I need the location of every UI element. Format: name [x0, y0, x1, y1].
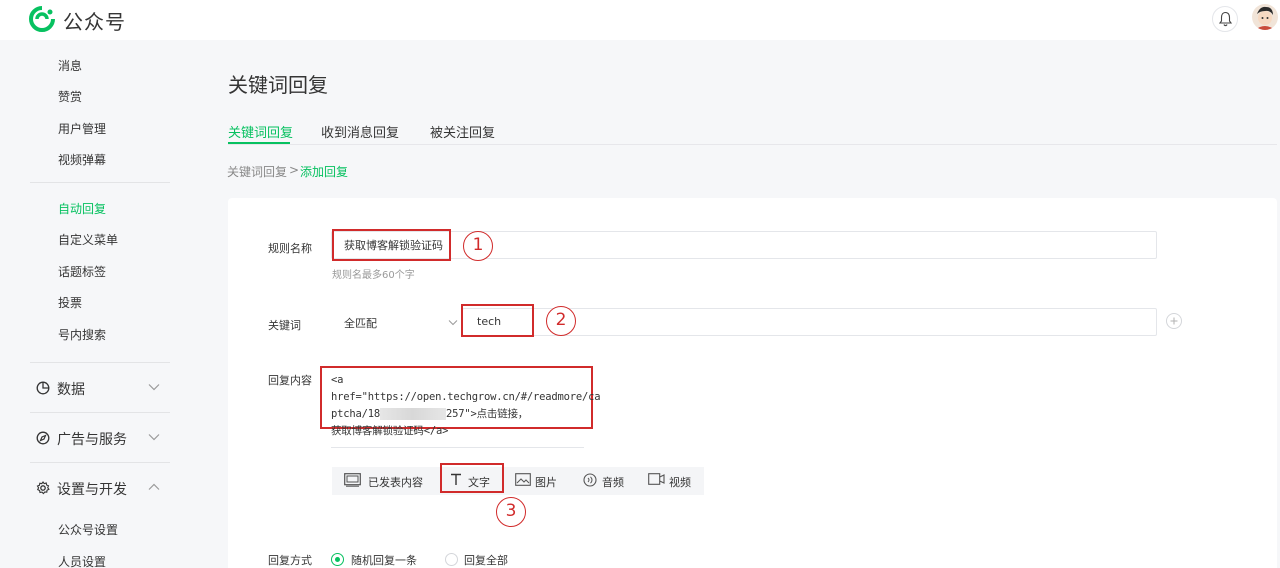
- keyword-value: tech: [477, 315, 502, 328]
- wechat-official-logo-icon[interactable]: [28, 6, 56, 32]
- reply-line: <a href="https://open.techgrow.cn/#/read…: [331, 374, 601, 403]
- media-type-label: 视频: [669, 476, 691, 489]
- chevron-down-icon: [148, 434, 160, 441]
- reply-content-editor[interactable]: <a href="https://open.techgrow.cn/#/read…: [331, 372, 601, 440]
- page-title: 关键词回复: [228, 73, 328, 97]
- media-type-published[interactable]: 已发表内容: [344, 467, 440, 495]
- reply-line: 获取博客解锁验证码</a>: [331, 425, 449, 437]
- rule-name-value: 获取博客解锁验证码: [344, 239, 443, 252]
- sidebar-group-ads-services[interactable]: 广告与服务: [36, 429, 170, 449]
- breadcrumb-parent[interactable]: 关键词回复: [227, 163, 287, 180]
- video-icon: [648, 473, 665, 485]
- rule-name-label: 规则名称: [268, 242, 312, 255]
- redacted-segment: [379, 408, 446, 420]
- sidebar: 消息 赞赏 用户管理 视频弹幕 自动回复 自定义菜单 话题标签 投票 号内搜索 …: [0, 40, 200, 568]
- radio-label: 随机回复一条: [351, 554, 417, 567]
- reply-mode-label: 回复方式: [268, 554, 312, 567]
- annotation-number-2: 2: [546, 306, 576, 336]
- reply-line-segment: ptcha/18: [331, 408, 380, 420]
- sidebar-divider: [30, 412, 170, 413]
- media-type-label: 已发表内容: [368, 476, 423, 489]
- sidebar-divider: [30, 462, 170, 463]
- avatar[interactable]: [1252, 4, 1278, 30]
- sidebar-item-auto-reply[interactable]: 自动回复: [58, 200, 106, 217]
- media-type-label: 音频: [602, 476, 624, 489]
- sidebar-item-custom-menu[interactable]: 自定义菜单: [58, 231, 118, 248]
- sidebar-group-data[interactable]: 数据: [36, 379, 170, 399]
- media-type-bar: 已发表内容 文字 图片 音频 视频: [332, 467, 704, 495]
- bell-icon: [1218, 11, 1233, 27]
- sidebar-item-account-settings[interactable]: 公众号设置: [58, 521, 118, 538]
- sidebar-item-search[interactable]: 号内搜索: [58, 326, 106, 343]
- sidebar-group-label: 设置与开发: [57, 482, 127, 498]
- annotation-box-3: [440, 463, 504, 493]
- sidebar-item-user-management[interactable]: 用户管理: [58, 120, 106, 137]
- audio-icon: [583, 473, 597, 487]
- match-mode-select[interactable]: 全匹配: [344, 315, 377, 331]
- sidebar-item-topic-tags[interactable]: 话题标签: [58, 263, 106, 280]
- breadcrumb-current: 添加回复: [300, 165, 349, 179]
- media-type-audio[interactable]: 音频: [583, 467, 633, 495]
- radio-reply-all[interactable]: [445, 553, 458, 566]
- reply-line: ptcha/18 257">点击链接，: [331, 406, 591, 423]
- rule-name-input[interactable]: [331, 231, 1157, 259]
- compass-icon: [36, 431, 50, 445]
- sidebar-item-rewards[interactable]: 赞赏: [58, 88, 82, 105]
- plus-icon: [1170, 317, 1178, 325]
- tab-keyword-reply[interactable]: 关键词回复: [228, 122, 293, 141]
- media-type-image[interactable]: 图片: [515, 467, 565, 495]
- media-type-label: 图片: [535, 476, 557, 489]
- annotation-number-3: 3: [496, 497, 526, 527]
- add-keyword-button[interactable]: [1166, 313, 1182, 329]
- breadcrumb-separator: >: [289, 163, 300, 177]
- annotation-number-1: 1: [463, 231, 493, 261]
- chevron-down-icon: [148, 384, 160, 391]
- image-icon: [515, 473, 531, 486]
- gear-icon: [36, 481, 50, 495]
- active-tab-indicator: [228, 142, 290, 144]
- chart-pie-icon: [36, 381, 50, 395]
- app-title: 公众号: [63, 10, 126, 34]
- tab-message-reply[interactable]: 收到消息回复: [321, 122, 399, 141]
- tab-follow-reply[interactable]: 被关注回复: [430, 122, 495, 141]
- chevron-down-icon: [448, 320, 458, 326]
- tabs-divider: [228, 144, 1277, 145]
- sidebar-item-video-danmaku[interactable]: 视频弹幕: [58, 151, 106, 168]
- rule-name-hint: 规则名最多60个字: [332, 270, 415, 281]
- notification-button[interactable]: [1212, 6, 1238, 32]
- media-type-video[interactable]: 视频: [648, 467, 698, 495]
- sidebar-item-vote[interactable]: 投票: [58, 294, 82, 311]
- sidebar-group-settings-dev[interactable]: 设置与开发: [36, 479, 170, 499]
- reply-content-label: 回复内容: [268, 374, 312, 387]
- sidebar-item-messages[interactable]: 消息: [58, 57, 82, 74]
- radio-random-reply[interactable]: [331, 553, 344, 566]
- keyword-label: 关键词: [268, 319, 301, 332]
- editor-divider: [331, 447, 584, 448]
- sidebar-group-label: 广告与服务: [57, 432, 127, 448]
- reply-line-segment: 257">点击链接，: [445, 408, 529, 420]
- radio-label: 回复全部: [464, 554, 508, 567]
- chevron-up-icon: [148, 483, 160, 490]
- sidebar-divider: [30, 362, 170, 363]
- sidebar-item-staff-settings[interactable]: 人员设置: [58, 553, 106, 568]
- top-bar: 公众号: [0, 0, 1280, 40]
- article-icon: [344, 473, 361, 487]
- sidebar-divider: [30, 182, 170, 183]
- sidebar-group-label: 数据: [57, 382, 85, 398]
